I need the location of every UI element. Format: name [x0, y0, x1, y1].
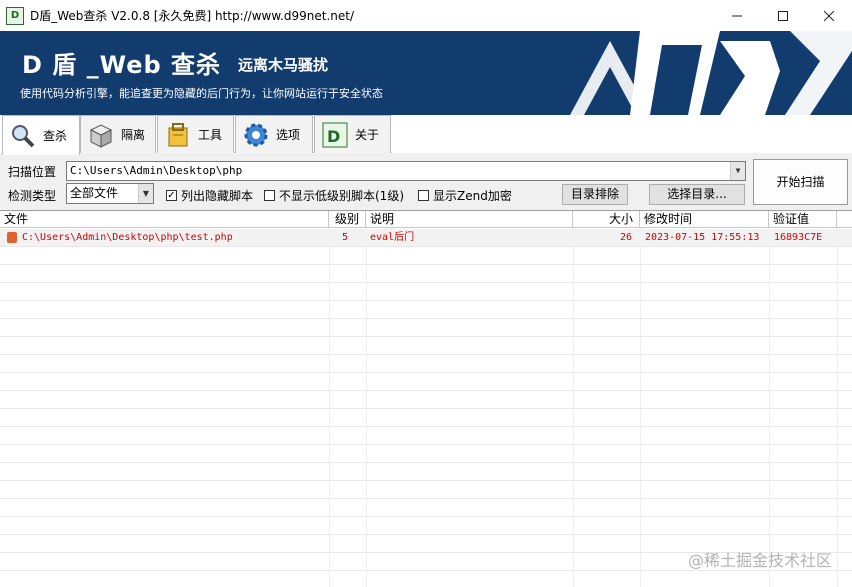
app-icon: D — [6, 6, 24, 25]
table-row[interactable]: C:\Users\Admin\Desktop\php\test.php 5 ev… — [0, 229, 852, 246]
grid-line — [0, 498, 852, 499]
table-header: 文件 级别 说明 大小 修改时间 验证值 — [0, 211, 852, 228]
grid-line — [0, 426, 852, 427]
scan-path-value: C:\Users\Admin\Desktop\php — [70, 164, 243, 177]
column-header-level[interactable]: 级别 — [329, 211, 366, 228]
checkbox-checked-icon[interactable]: ✓ — [166, 190, 177, 201]
grid-column-line — [837, 228, 838, 587]
tab-scan[interactable]: 查杀 — [2, 115, 80, 155]
results-table[interactable]: 文件 级别 说明 大小 修改时间 验证值 C:\Users\Admin\Desk… — [0, 210, 852, 587]
d-shield-logo-icon — [570, 31, 852, 115]
column-header-mtime[interactable]: 修改时间 — [640, 211, 769, 228]
tab-label: 查杀 — [43, 129, 68, 143]
tab-tools[interactable]: 工具 — [157, 115, 234, 153]
d-logo-icon: D — [321, 121, 349, 149]
magnifier-icon — [9, 122, 37, 150]
tab-label: 工具 — [198, 128, 223, 142]
exclude-dir-button[interactable]: 目录排除 — [562, 184, 628, 205]
svg-text:D: D — [327, 127, 340, 146]
grid-line — [0, 534, 852, 535]
tab-label: 选项 — [276, 128, 301, 142]
cell-mtime: 2023-07-15 17:55:13 — [645, 232, 760, 243]
checkbox-label: 不显示低级别脚本(1级) — [279, 189, 404, 203]
chevron-down-icon[interactable]: ▼ — [730, 162, 745, 180]
hide-low-level-checkbox[interactable]: 不显示低级别脚本(1级) — [264, 187, 404, 204]
detect-type-value: 全部文件 — [70, 186, 119, 200]
gear-icon — [242, 121, 270, 149]
show-zend-checkbox[interactable]: 显示Zend加密 — [418, 187, 512, 204]
watermark: @稀土掘金技术社区 — [687, 551, 832, 570]
close-icon[interactable] — [806, 0, 852, 31]
start-scan-button[interactable]: 开始扫描 — [753, 159, 848, 205]
grid-line — [0, 480, 852, 481]
grid-column-line — [329, 228, 330, 587]
cell-file: C:\Users\Admin\Desktop\php\test.php — [22, 232, 233, 243]
choose-dir-button[interactable]: 选择目录... — [649, 184, 745, 205]
cell-size: 26 — [620, 232, 633, 243]
tab-label: 隔离 — [121, 128, 146, 142]
checkbox-unchecked-icon[interactable] — [418, 190, 429, 201]
minimize-icon[interactable] — [714, 0, 760, 31]
column-header-hash[interactable]: 验证值 — [769, 211, 837, 228]
grid-line — [0, 372, 852, 373]
grid-line — [0, 264, 852, 265]
detect-type-select[interactable]: 全部文件 ▼ — [66, 183, 154, 204]
scan-location-label: 扫描位置 — [8, 165, 57, 179]
grid-line — [0, 390, 852, 391]
maximize-icon[interactable] — [760, 0, 806, 31]
window-controls — [714, 0, 852, 31]
grid-line — [0, 336, 852, 337]
tab-options[interactable]: 选项 — [235, 115, 313, 153]
scan-controls: 扫描位置 C:\Users\Admin\Desktop\php ▼ 检测类型 全… — [0, 153, 852, 210]
grid-line — [0, 282, 852, 283]
column-header-file[interactable]: 文件 — [0, 211, 329, 228]
grid-line — [0, 462, 852, 463]
tab-label: 关于 — [355, 128, 380, 142]
box-icon — [87, 121, 115, 149]
tab-about[interactable]: D 关于 — [314, 115, 391, 153]
grid-line — [0, 516, 852, 517]
checkbox-label: 列出隐藏脚本 — [181, 189, 254, 203]
column-header-desc[interactable]: 说明 — [366, 211, 573, 228]
tab-quarantine[interactable]: 隔离 — [80, 115, 156, 153]
list-hidden-checkbox[interactable]: ✓ 列出隐藏脚本 — [166, 187, 253, 204]
grid-line — [0, 408, 852, 409]
checkbox-unchecked-icon[interactable] — [264, 190, 275, 201]
grid-column-line — [769, 228, 770, 587]
php-file-icon — [7, 232, 17, 243]
scan-path-combo[interactable]: C:\Users\Admin\Desktop\php ▼ — [66, 161, 746, 181]
toolbox-icon — [164, 121, 192, 149]
banner-slogan: 远离木马骚扰 — [238, 56, 329, 74]
banner-title: D 盾 _Web 查杀 — [22, 51, 222, 79]
cell-level: 5 — [342, 232, 349, 243]
grid-column-line — [573, 228, 574, 587]
grid-line — [0, 300, 852, 301]
cell-hash: 16893C7E — [774, 232, 823, 243]
grid-column-line — [366, 228, 367, 587]
tab-bar: 查杀 隔离 工具 选项 D 关于 — [0, 115, 852, 268]
chevron-down-icon[interactable]: ▼ — [138, 184, 153, 203]
cell-desc: eval后门 — [370, 232, 415, 243]
grid-line — [0, 354, 852, 355]
grid-line — [0, 318, 852, 319]
banner-subtitle: 使用代码分析引擎，能追查更为隐藏的后门行为，让你网站运行于安全状态 — [20, 87, 383, 100]
checkbox-label: 显示Zend加密 — [433, 189, 512, 203]
window-title: D盾_Web查杀 V2.0.8 [永久免费] http://www.d99net… — [30, 9, 355, 23]
grid-column-line — [640, 228, 641, 587]
column-header-size[interactable]: 大小 — [573, 211, 640, 228]
grid-line — [0, 444, 852, 445]
banner: D 盾 _Web 查杀 远离木马骚扰 使用代码分析引擎，能追查更为隐藏的后门行为… — [0, 31, 852, 115]
grid-line — [0, 246, 852, 247]
detect-type-label: 检测类型 — [8, 189, 57, 203]
title-bar: D D盾_Web查杀 V2.0.8 [永久免费] http://www.d99n… — [0, 0, 852, 31]
